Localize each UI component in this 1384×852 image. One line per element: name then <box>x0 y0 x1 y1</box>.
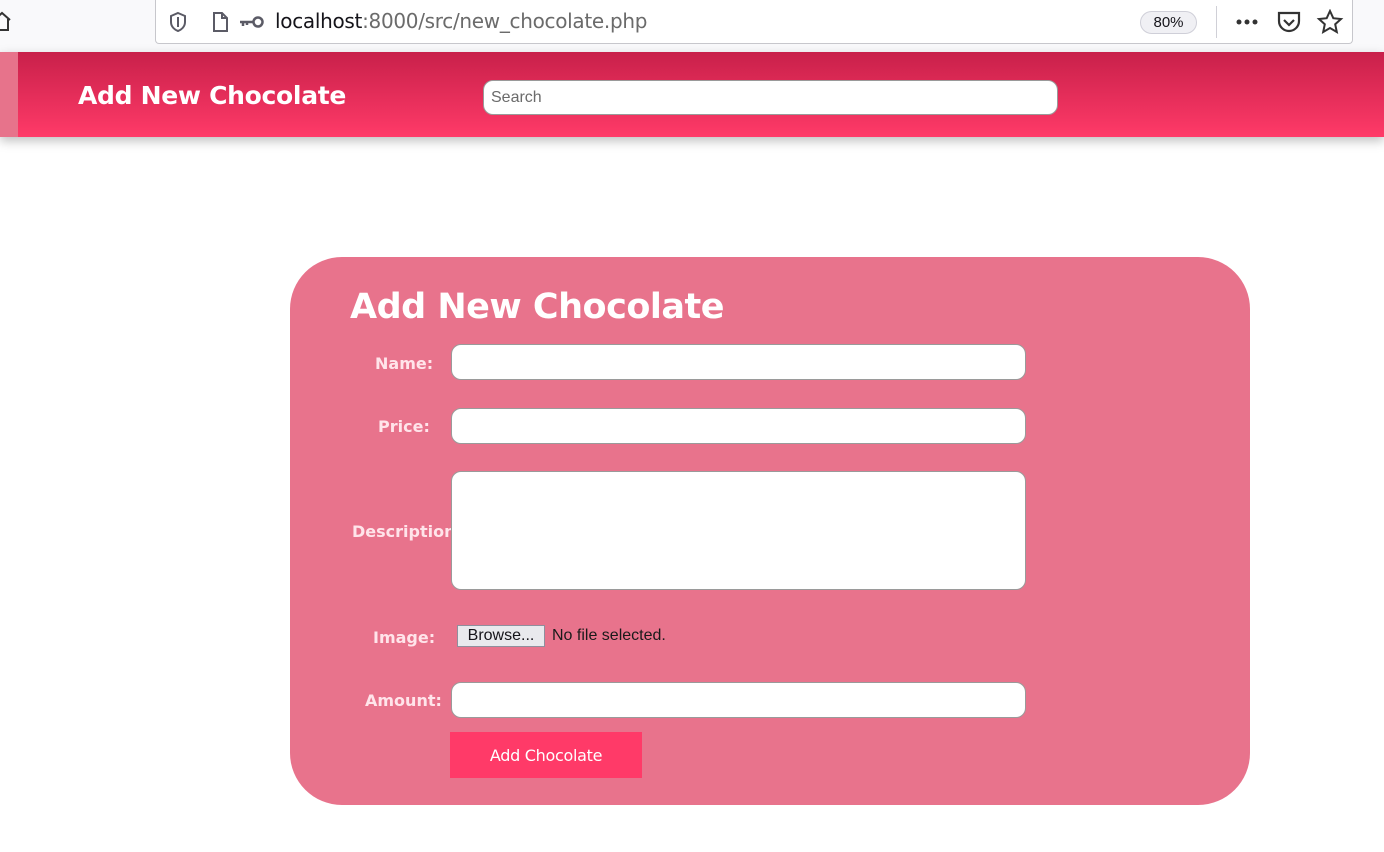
url-path: :8000/src/new_chocolate.php <box>362 9 648 33</box>
search-input[interactable] <box>483 80 1058 115</box>
url-host: localhost <box>275 9 363 33</box>
name-label: Name: <box>375 354 434 373</box>
price-label: Price: <box>378 417 430 436</box>
add-chocolate-button[interactable]: Add Chocolate <box>450 732 642 778</box>
image-label: Image: <box>373 628 436 647</box>
header-accent-strip <box>0 52 18 137</box>
name-input[interactable] <box>451 344 1026 380</box>
amount-input[interactable] <box>451 682 1026 718</box>
url-bar[interactable]: localhost:8000/src/new_chocolate.php 80% <box>155 0 1353 44</box>
divider <box>1216 6 1217 38</box>
site-header: Add New Chocolate <box>0 52 1384 137</box>
key-icon[interactable] <box>237 11 265 33</box>
page-icon[interactable] <box>209 11 231 33</box>
pocket-icon[interactable] <box>1275 9 1303 35</box>
url-text[interactable]: localhost:8000/src/new_chocolate.php <box>275 9 647 33</box>
description-label: Description: <box>352 522 462 541</box>
browser-toolbar: localhost:8000/src/new_chocolate.php 80% <box>0 0 1384 52</box>
form-title: Add New Chocolate <box>350 287 724 327</box>
home-icon[interactable] <box>0 10 12 32</box>
zoom-badge[interactable]: 80% <box>1140 11 1197 34</box>
star-icon[interactable] <box>1316 9 1344 35</box>
amount-label: Amount: <box>365 691 442 710</box>
price-input[interactable] <box>451 408 1026 444</box>
add-chocolate-form: Add New Chocolate Name: Price: Descripti… <box>290 257 1250 805</box>
description-textarea[interactable] <box>451 471 1026 590</box>
shield-icon[interactable] <box>167 11 189 33</box>
header-title: Add New Chocolate <box>78 81 347 110</box>
more-icon[interactable] <box>1233 9 1261 35</box>
file-status: No file selected. <box>552 627 666 644</box>
browse-button[interactable]: Browse... <box>457 625 545 647</box>
